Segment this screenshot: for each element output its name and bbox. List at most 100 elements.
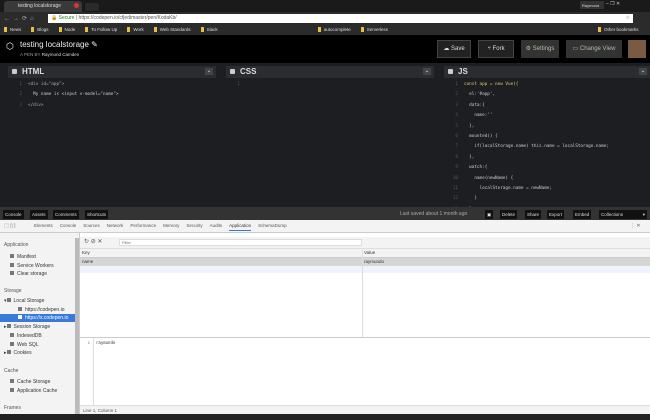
avatar[interactable] xyxy=(628,40,646,58)
js-editor-header: JS ⌄ xyxy=(444,66,650,78)
window-controls[interactable]: ‒ ❐ ✕ xyxy=(606,1,620,7)
sidebar-item-manifest[interactable]: Manifest xyxy=(10,253,76,261)
table-row[interactable]: name raymundo xyxy=(80,258,650,266)
sidebar-item-local-storage[interactable]: ▾ Local Storage xyxy=(4,297,70,305)
label: Session Storage xyxy=(13,324,51,330)
pen-title[interactable]: testing localstorage ✎ xyxy=(20,40,98,49)
bookmark[interactable]: To Follow Up xyxy=(85,27,117,32)
code-text: name:'' xyxy=(464,113,493,119)
label: https://codepen.io xyxy=(25,307,65,313)
application-header: Application xyxy=(4,242,29,248)
devtools-tab-performance[interactable]: Performance xyxy=(130,223,156,228)
author-link[interactable]: Raymond Camden xyxy=(42,52,80,57)
change-view-button[interactable]: ▭ Change View xyxy=(566,40,622,58)
bookmark[interactable]: autocomplete xyxy=(318,27,351,32)
sidebar-item-service-workers[interactable]: Service Workers xyxy=(10,262,76,270)
bookmark[interactable]: Blogs xyxy=(31,27,48,32)
code-text: name(newName) { xyxy=(464,175,514,181)
devtools-tab-audits[interactable]: Audits xyxy=(210,223,223,228)
sidebar-item-indexeddb[interactable]: IndexedDB xyxy=(10,332,76,340)
key-column-header[interactable]: Key xyxy=(82,250,90,255)
row-key[interactable]: name xyxy=(82,259,93,264)
sidebar-item-cache-storage[interactable]: Cache Storage xyxy=(10,378,76,386)
sidebar-item-ls-s-codepen[interactable]: https://s.codepen.io xyxy=(0,314,76,322)
save-button[interactable]: ☁ Save xyxy=(437,40,471,58)
devtools-tab-network[interactable]: Network xyxy=(107,223,124,228)
bookmark[interactable]: Slack xyxy=(201,27,218,32)
bookmark[interactable]: Web Standards xyxy=(154,27,191,32)
devtools-tab-elements[interactable]: Elements xyxy=(34,223,53,228)
secure-text: Secure xyxy=(58,15,75,21)
console-button[interactable]: Console xyxy=(3,210,24,219)
gear-icon[interactable] xyxy=(12,69,17,74)
assets-button[interactable]: Assets xyxy=(30,210,48,219)
sidebar-scrollbar[interactable] xyxy=(75,238,79,414)
code-line: 12 } xyxy=(444,194,609,204)
bookmark[interactable]: Work xyxy=(127,27,143,32)
chevron-down-icon[interactable]: ⌄ xyxy=(205,68,213,75)
sidebar-item-ls-codepen[interactable]: https://codepen.io xyxy=(18,306,74,314)
gear-icon[interactable] xyxy=(230,69,235,74)
bookmark[interactable]: Node xyxy=(59,27,76,32)
delete-icon[interactable]: ✕ xyxy=(97,239,102,245)
new-tab-button[interactable] xyxy=(85,3,99,11)
pencil-icon[interactable]: ✎ xyxy=(91,40,98,49)
css-code[interactable]: 1 xyxy=(226,80,246,90)
code-text: el:'#app', xyxy=(464,92,496,98)
settings-button[interactable]: ⚙ Settings xyxy=(521,40,559,58)
devtools-tab-application[interactable]: Application xyxy=(229,223,252,231)
devtools-tab-console[interactable]: Console xyxy=(60,223,77,228)
clear-all-icon[interactable]: ⊘ xyxy=(91,239,96,245)
css-editor-header: CSS ⌄ xyxy=(226,66,434,78)
label: Clear storage xyxy=(17,271,48,277)
js-editor[interactable]: JS ⌄ 1 const app = new Vue({2 el:'#app', 3 … xyxy=(444,66,650,222)
shortcuts-button[interactable]: Shortcuts xyxy=(85,210,109,219)
code-text: const app = new Vue({ xyxy=(464,82,519,87)
embed-button[interactable]: Embed xyxy=(573,210,592,219)
chevron-down-icon[interactable]: ⌄ xyxy=(639,68,647,75)
sidebar-item-session-storage[interactable]: ▸ Session Storage xyxy=(4,323,70,331)
gear-icon[interactable] xyxy=(448,69,453,74)
column-divider[interactable] xyxy=(362,249,363,337)
js-code[interactable]: 1 const app = new Vue({2 el:'#app', 3 data… xyxy=(444,80,609,226)
code-text: }, xyxy=(464,123,475,129)
html-editor[interactable]: HTML ⌄ 1 <div id="app"> 2 My name is <input… xyxy=(8,66,216,207)
export-button[interactable]: Export xyxy=(547,210,565,219)
url-input[interactable]: 🔒 Secure | https://codepen.io/cfjedimast… xyxy=(48,14,633,23)
label: Manifest xyxy=(17,254,36,260)
value-column-header[interactable]: Value xyxy=(364,250,375,255)
codepen-logo-icon[interactable]: ⬡ xyxy=(6,41,14,52)
code-text: watch:{ xyxy=(464,165,488,171)
bookmark[interactable]: News xyxy=(4,27,21,32)
sidebar-item-clear-storage[interactable]: Clear storage xyxy=(10,270,76,278)
sidebar-item-application-cache[interactable]: Application Cache xyxy=(10,387,76,395)
bookmark[interactable]: Serverless xyxy=(361,27,388,32)
sidebar-item-web-sql[interactable]: Web SQL xyxy=(10,341,76,349)
share-button[interactable]: Share xyxy=(525,210,542,219)
devtools-tab-security[interactable]: Security xyxy=(186,223,202,228)
comments-button[interactable]: Comments xyxy=(53,210,79,219)
devtools-tab-memory[interactable]: Memory xyxy=(163,223,179,228)
row-value[interactable]: raymundo xyxy=(364,259,384,264)
filter-input[interactable] xyxy=(119,239,362,246)
fork-button[interactable]: ⑂ Fork xyxy=(478,40,514,58)
collections-button[interactable]: Collections ▾ xyxy=(599,210,647,219)
devtools-tab-sources[interactable]: Sources xyxy=(83,223,100,228)
nav-buttons[interactable]: ←→⟳⌂ xyxy=(4,15,37,22)
css-editor[interactable]: CSS ⌄ 1 xyxy=(226,66,434,207)
close-tab-icon[interactable] xyxy=(74,3,79,8)
inspect-device-icons[interactable]: ⬚ ▯ | xyxy=(4,223,16,229)
devtools-menu-close[interactable]: ⋮ ✕ xyxy=(630,223,641,229)
history-icon[interactable]: ▣ xyxy=(485,210,494,219)
refresh-icon[interactable]: ↻ xyxy=(84,239,89,245)
star-icon[interactable]: ☆ xyxy=(626,15,630,21)
chevron-down-icon[interactable]: ⌄ xyxy=(423,68,431,75)
sidebar-item-cookies[interactable]: ▸ Cookies xyxy=(4,349,70,357)
delete-button[interactable]: Delete xyxy=(500,210,518,219)
chevron-down-icon: ▾ xyxy=(642,212,645,217)
browser-tab[interactable]: testing localstorage xyxy=(4,1,82,12)
devtools-tab-schemadump[interactable]: SchemaDump xyxy=(258,223,287,228)
other-bookmarks[interactable]: Other bookmarks xyxy=(598,27,639,32)
html-code[interactable]: 1 <div id="app"> 2 My name is <input v-mod… xyxy=(8,80,118,111)
profile-button[interactable]: Raymond xyxy=(580,1,604,9)
